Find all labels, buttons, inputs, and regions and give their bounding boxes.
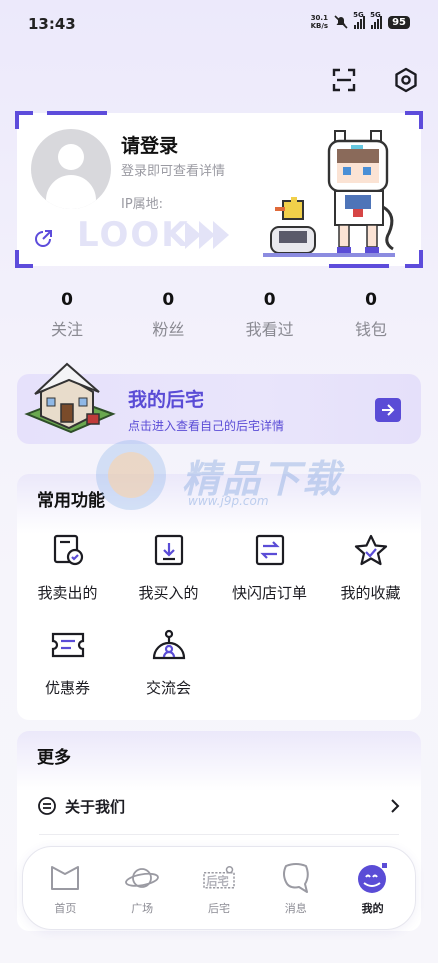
- pixel-house-illustration: [24, 362, 116, 434]
- login-title[interactable]: 请登录: [121, 131, 178, 158]
- bottom-tab-bar: 首页 广场 后宅 后宅 消息 我的: [22, 846, 416, 930]
- tab-home[interactable]: 首页: [30, 860, 100, 916]
- home-icon: [51, 866, 80, 890]
- battery-indicator: 95: [388, 15, 410, 29]
- planet-icon: [125, 868, 160, 888]
- function-flash-orders[interactable]: 快闪店订单: [219, 532, 320, 603]
- share-button[interactable]: [33, 229, 53, 253]
- sold-icon: [53, 534, 83, 566]
- signal-icon: 5G: [353, 11, 366, 29]
- stat-value: 0: [365, 290, 377, 310]
- login-hint: 登录即可查看详情: [121, 164, 226, 179]
- tab-square[interactable]: 广场: [107, 860, 177, 916]
- flash-order-icon: [255, 534, 284, 566]
- profile-card[interactable]: 请登录 登录即可查看详情 IP属地: LOOK: [15, 111, 423, 268]
- status-bar: 13:43 30.1 KB/s 5G 5G 95: [0, 0, 438, 52]
- stat-followers[interactable]: 0 粉丝: [136, 290, 200, 340]
- function-label: 快闪店订单: [231, 584, 307, 602]
- tab-label: 首页: [54, 902, 77, 915]
- function-label: 优惠券: [44, 679, 90, 697]
- stats-row: 0 关注 0 粉丝 0 我看过 0 钱包: [35, 290, 403, 340]
- stat-label: 粉丝: [152, 320, 185, 339]
- stat-value: 0: [162, 290, 175, 310]
- frame-line: [329, 264, 389, 268]
- frame-corner: [15, 250, 33, 268]
- tab-label: 后宅: [207, 902, 230, 915]
- tab-label: 我的: [361, 902, 384, 915]
- section-title: 更多: [37, 748, 71, 768]
- divider: [39, 834, 399, 835]
- function-favorites[interactable]: 我的收藏: [320, 532, 421, 603]
- stat-label: 钱包: [354, 320, 387, 339]
- house-logo-icon: 后宅: [203, 866, 235, 889]
- gear-icon: [395, 67, 417, 93]
- ip-location-label: IP属地:: [121, 197, 164, 212]
- tab-messages[interactable]: 消息: [261, 860, 331, 916]
- status-indicators: 30.1 KB/s 5G 5G 95: [310, 11, 410, 30]
- network-speed: 30.1 KB/s: [310, 14, 329, 30]
- scan-button[interactable]: [330, 66, 358, 94]
- function-grid: 我卖出的 我买入的 快闪店订单 我的收藏 优惠券 交流会: [17, 532, 421, 698]
- house-subtitle: 点击进入查看自己的后宅详情: [128, 419, 285, 433]
- frame-corner: [15, 111, 33, 129]
- about-us-row[interactable]: 关于我们: [37, 791, 401, 821]
- tab-house[interactable]: 后宅 后宅: [184, 860, 254, 916]
- meetup-icon: [152, 629, 185, 660]
- signal-icon-2: 5G: [370, 11, 383, 29]
- look-logo: LOOK: [77, 215, 190, 255]
- stat-value: 0: [263, 290, 276, 310]
- svg-text:后宅: 后宅: [206, 874, 229, 888]
- pixel-mascot-illustration: [263, 130, 395, 257]
- function-label: 我卖出的: [37, 584, 98, 602]
- status-time: 13:43: [28, 15, 76, 33]
- common-functions-card: 常用功能 我卖出的 我买入的 快闪店订单 我的收藏 优惠券 交流会: [17, 474, 421, 720]
- stat-label: 我看过: [245, 320, 294, 339]
- look-logo-arrows: [185, 221, 229, 249]
- avatar[interactable]: [31, 129, 111, 209]
- house-title: 我的后宅: [128, 389, 205, 411]
- tab-label: 消息: [284, 902, 307, 915]
- bought-icon: [154, 534, 183, 566]
- scan-icon: [332, 68, 356, 92]
- function-bought[interactable]: 我买入的: [118, 532, 219, 603]
- function-label: 我的收藏: [340, 584, 401, 602]
- stat-following[interactable]: 0 关注: [35, 290, 99, 340]
- enter-house-button[interactable]: [375, 398, 401, 422]
- tab-mine[interactable]: 我的: [338, 860, 408, 916]
- my-house-banner[interactable]: 我的后宅 点击进入查看自己的后宅详情: [17, 362, 421, 444]
- function-label: 交流会: [145, 679, 191, 697]
- profile-icon: [357, 863, 387, 893]
- arrow-right-icon: [382, 404, 395, 416]
- stat-viewed[interactable]: 0 我看过: [238, 290, 302, 340]
- function-sold[interactable]: 我卖出的: [17, 532, 118, 603]
- mute-icon: [334, 15, 348, 29]
- frame-corner: [405, 250, 423, 268]
- section-title: 常用功能: [37, 491, 105, 511]
- share-icon: [35, 230, 52, 247]
- message-icon: [282, 863, 309, 893]
- function-meetup[interactable]: 交流会: [118, 627, 219, 698]
- info-icon: [38, 797, 56, 815]
- function-label: 我买入的: [138, 584, 199, 602]
- tab-label: 广场: [131, 902, 154, 915]
- about-us-label: 关于我们: [65, 797, 126, 816]
- star-icon: [354, 534, 387, 566]
- chevron-right-icon: [391, 799, 400, 813]
- settings-button[interactable]: [392, 66, 420, 94]
- stat-wallet[interactable]: 0 钱包: [339, 290, 403, 340]
- function-coupons[interactable]: 优惠券: [17, 627, 118, 698]
- frame-line: [47, 111, 107, 115]
- coupon-icon: [51, 632, 84, 658]
- header-actions: [330, 66, 420, 94]
- frame-corner: [405, 111, 423, 129]
- stat-label: 关注: [50, 320, 83, 339]
- stat-value: 0: [61, 290, 73, 310]
